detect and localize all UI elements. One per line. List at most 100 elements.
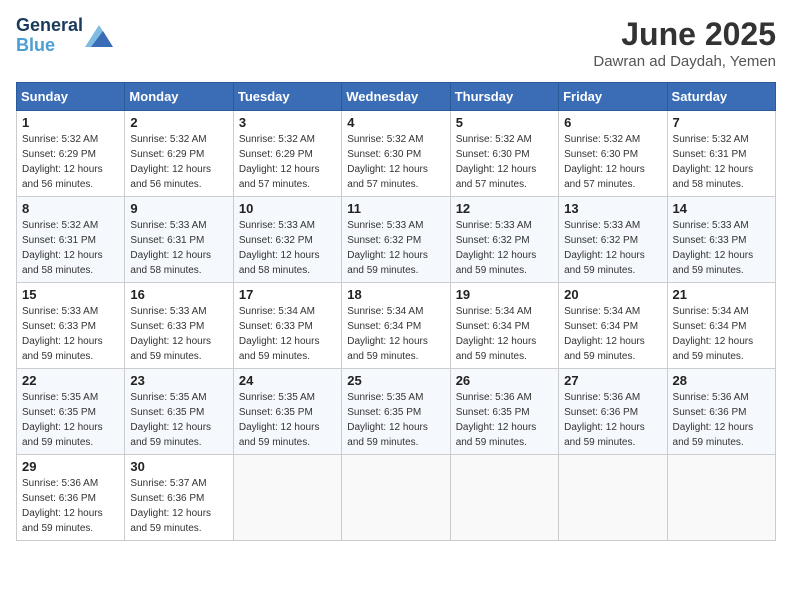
logo: GeneralBlue	[16, 16, 113, 56]
day-number: 14	[673, 201, 770, 216]
day-number: 13	[564, 201, 661, 216]
calendar-day-cell: 5 Sunrise: 5:32 AMSunset: 6:30 PMDayligh…	[450, 111, 558, 197]
calendar-day-cell: 24 Sunrise: 5:35 AMSunset: 6:35 PMDaylig…	[233, 369, 341, 455]
calendar-day-cell: 8 Sunrise: 5:32 AMSunset: 6:31 PMDayligh…	[17, 197, 125, 283]
calendar-day-header: Thursday	[450, 83, 558, 111]
day-info: Sunrise: 5:36 AMSunset: 6:36 PMDaylight:…	[673, 392, 754, 448]
calendar-day-cell: 20 Sunrise: 5:34 AMSunset: 6:34 PMDaylig…	[559, 283, 667, 369]
day-info: Sunrise: 5:32 AMSunset: 6:31 PMDaylight:…	[673, 134, 754, 190]
calendar-day-cell	[667, 455, 775, 541]
calendar-day-cell: 26 Sunrise: 5:36 AMSunset: 6:35 PMDaylig…	[450, 369, 558, 455]
logo-icon	[85, 25, 113, 47]
day-number: 12	[456, 201, 553, 216]
day-number: 27	[564, 373, 661, 388]
day-info: Sunrise: 5:35 AMSunset: 6:35 PMDaylight:…	[130, 392, 211, 448]
day-number: 4	[347, 115, 444, 130]
day-number: 7	[673, 115, 770, 130]
day-info: Sunrise: 5:32 AMSunset: 6:29 PMDaylight:…	[239, 134, 320, 190]
month-title: June 2025	[593, 16, 776, 53]
day-number: 10	[239, 201, 336, 216]
day-number: 25	[347, 373, 444, 388]
calendar-day-cell: 15 Sunrise: 5:33 AMSunset: 6:33 PMDaylig…	[17, 283, 125, 369]
calendar-day-cell: 17 Sunrise: 5:34 AMSunset: 6:33 PMDaylig…	[233, 283, 341, 369]
day-number: 19	[456, 287, 553, 302]
day-number: 8	[22, 201, 119, 216]
location: Dawran ad Daydah, Yemen	[593, 53, 776, 70]
day-info: Sunrise: 5:32 AMSunset: 6:30 PMDaylight:…	[347, 134, 428, 190]
calendar-day-cell: 22 Sunrise: 5:35 AMSunset: 6:35 PMDaylig…	[17, 369, 125, 455]
day-info: Sunrise: 5:32 AMSunset: 6:30 PMDaylight:…	[456, 134, 537, 190]
calendar-day-cell: 29 Sunrise: 5:36 AMSunset: 6:36 PMDaylig…	[17, 455, 125, 541]
calendar-day-header: Monday	[125, 83, 233, 111]
day-info: Sunrise: 5:32 AMSunset: 6:30 PMDaylight:…	[564, 134, 645, 190]
day-info: Sunrise: 5:33 AMSunset: 6:33 PMDaylight:…	[130, 306, 211, 362]
day-info: Sunrise: 5:33 AMSunset: 6:32 PMDaylight:…	[456, 220, 537, 276]
page-header: GeneralBlue June 2025 Dawran ad Daydah, …	[16, 16, 776, 70]
day-number: 1	[22, 115, 119, 130]
calendar-day-header: Sunday	[17, 83, 125, 111]
day-number: 28	[673, 373, 770, 388]
calendar-day-cell	[450, 455, 558, 541]
day-info: Sunrise: 5:36 AMSunset: 6:35 PMDaylight:…	[456, 392, 537, 448]
calendar-table: SundayMondayTuesdayWednesdayThursdayFrid…	[16, 82, 776, 541]
calendar-day-cell: 14 Sunrise: 5:33 AMSunset: 6:33 PMDaylig…	[667, 197, 775, 283]
day-info: Sunrise: 5:33 AMSunset: 6:33 PMDaylight:…	[22, 306, 103, 362]
day-info: Sunrise: 5:32 AMSunset: 6:29 PMDaylight:…	[130, 134, 211, 190]
calendar-day-cell: 2 Sunrise: 5:32 AMSunset: 6:29 PMDayligh…	[125, 111, 233, 197]
calendar-day-cell	[233, 455, 341, 541]
calendar-day-cell: 3 Sunrise: 5:32 AMSunset: 6:29 PMDayligh…	[233, 111, 341, 197]
calendar-day-cell: 1 Sunrise: 5:32 AMSunset: 6:29 PMDayligh…	[17, 111, 125, 197]
calendar-day-cell: 10 Sunrise: 5:33 AMSunset: 6:32 PMDaylig…	[233, 197, 341, 283]
day-number: 9	[130, 201, 227, 216]
day-number: 17	[239, 287, 336, 302]
day-number: 23	[130, 373, 227, 388]
day-number: 26	[456, 373, 553, 388]
day-info: Sunrise: 5:32 AMSunset: 6:31 PMDaylight:…	[22, 220, 103, 276]
calendar-day-cell: 30 Sunrise: 5:37 AMSunset: 6:36 PMDaylig…	[125, 455, 233, 541]
day-number: 6	[564, 115, 661, 130]
title-block: June 2025 Dawran ad Daydah, Yemen	[593, 16, 776, 70]
day-number: 18	[347, 287, 444, 302]
day-info: Sunrise: 5:35 AMSunset: 6:35 PMDaylight:…	[239, 392, 320, 448]
calendar-day-cell: 28 Sunrise: 5:36 AMSunset: 6:36 PMDaylig…	[667, 369, 775, 455]
calendar-day-header: Tuesday	[233, 83, 341, 111]
calendar-day-cell: 16 Sunrise: 5:33 AMSunset: 6:33 PMDaylig…	[125, 283, 233, 369]
calendar-day-cell: 6 Sunrise: 5:32 AMSunset: 6:30 PMDayligh…	[559, 111, 667, 197]
day-info: Sunrise: 5:33 AMSunset: 6:33 PMDaylight:…	[673, 220, 754, 276]
day-info: Sunrise: 5:34 AMSunset: 6:34 PMDaylight:…	[347, 306, 428, 362]
calendar-day-cell: 7 Sunrise: 5:32 AMSunset: 6:31 PMDayligh…	[667, 111, 775, 197]
day-number: 11	[347, 201, 444, 216]
day-info: Sunrise: 5:34 AMSunset: 6:34 PMDaylight:…	[456, 306, 537, 362]
day-number: 20	[564, 287, 661, 302]
calendar-day-header: Friday	[559, 83, 667, 111]
day-number: 16	[130, 287, 227, 302]
calendar-week-row: 22 Sunrise: 5:35 AMSunset: 6:35 PMDaylig…	[17, 369, 776, 455]
day-info: Sunrise: 5:35 AMSunset: 6:35 PMDaylight:…	[22, 392, 103, 448]
calendar-body: 1 Sunrise: 5:32 AMSunset: 6:29 PMDayligh…	[17, 111, 776, 541]
day-info: Sunrise: 5:33 AMSunset: 6:32 PMDaylight:…	[239, 220, 320, 276]
day-number: 5	[456, 115, 553, 130]
day-info: Sunrise: 5:33 AMSunset: 6:31 PMDaylight:…	[130, 220, 211, 276]
calendar-day-header: Wednesday	[342, 83, 450, 111]
calendar-day-cell: 9 Sunrise: 5:33 AMSunset: 6:31 PMDayligh…	[125, 197, 233, 283]
day-info: Sunrise: 5:33 AMSunset: 6:32 PMDaylight:…	[347, 220, 428, 276]
day-number: 3	[239, 115, 336, 130]
calendar-day-cell: 23 Sunrise: 5:35 AMSunset: 6:35 PMDaylig…	[125, 369, 233, 455]
day-info: Sunrise: 5:37 AMSunset: 6:36 PMDaylight:…	[130, 478, 211, 534]
day-number: 24	[239, 373, 336, 388]
calendar-day-cell: 4 Sunrise: 5:32 AMSunset: 6:30 PMDayligh…	[342, 111, 450, 197]
calendar-day-cell: 18 Sunrise: 5:34 AMSunset: 6:34 PMDaylig…	[342, 283, 450, 369]
day-info: Sunrise: 5:32 AMSunset: 6:29 PMDaylight:…	[22, 134, 103, 190]
day-number: 21	[673, 287, 770, 302]
day-number: 29	[22, 459, 119, 474]
calendar-day-cell: 25 Sunrise: 5:35 AMSunset: 6:35 PMDaylig…	[342, 369, 450, 455]
calendar-day-header: Saturday	[667, 83, 775, 111]
day-info: Sunrise: 5:36 AMSunset: 6:36 PMDaylight:…	[22, 478, 103, 534]
calendar-header-row: SundayMondayTuesdayWednesdayThursdayFrid…	[17, 83, 776, 111]
calendar-day-cell: 21 Sunrise: 5:34 AMSunset: 6:34 PMDaylig…	[667, 283, 775, 369]
calendar-week-row: 15 Sunrise: 5:33 AMSunset: 6:33 PMDaylig…	[17, 283, 776, 369]
calendar-week-row: 29 Sunrise: 5:36 AMSunset: 6:36 PMDaylig…	[17, 455, 776, 541]
calendar-day-cell	[559, 455, 667, 541]
calendar-day-cell: 13 Sunrise: 5:33 AMSunset: 6:32 PMDaylig…	[559, 197, 667, 283]
day-info: Sunrise: 5:36 AMSunset: 6:36 PMDaylight:…	[564, 392, 645, 448]
